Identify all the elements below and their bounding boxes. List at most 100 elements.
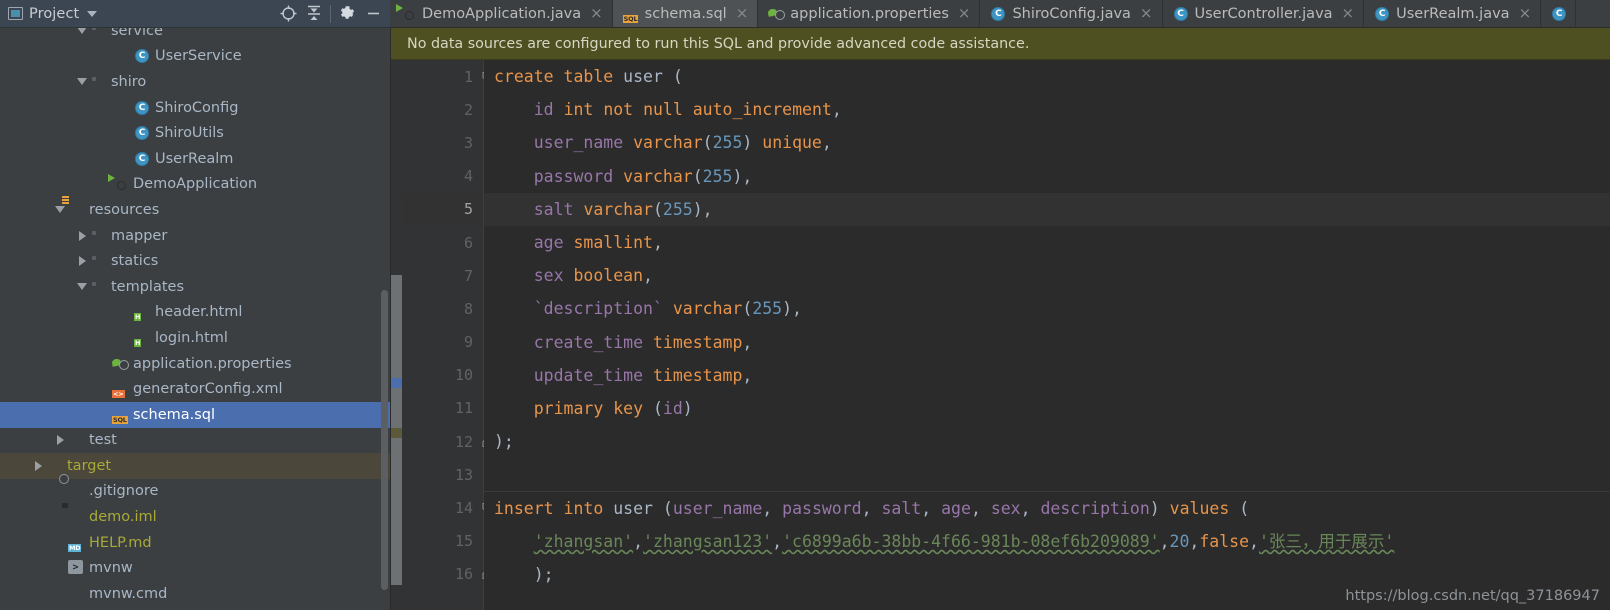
tree-item-label: ShiroConfig bbox=[155, 99, 239, 116]
collapse-all-icon[interactable] bbox=[301, 1, 327, 27]
idea-window: Project DemoApplication.java × SQL schem… bbox=[0, 0, 1610, 610]
tree-item-shiroconfig[interactable]: C ShiroConfig bbox=[0, 95, 390, 121]
code-line[interactable]: ); bbox=[484, 558, 1610, 591]
close-icon[interactable]: × bbox=[1341, 6, 1356, 21]
resources-folder-icon bbox=[68, 202, 84, 218]
code-line[interactable]: `description` varchar(255), bbox=[484, 292, 1610, 325]
chevron-right-icon[interactable] bbox=[74, 230, 90, 241]
editor-viewport[interactable]: 1 2 3 4 5 6 7 8 9 10 11 12 13 14 15 16 create table use… bbox=[391, 60, 1610, 610]
tree-item-shiroutils[interactable]: C ShiroUtils bbox=[0, 120, 390, 146]
chevron-right-icon[interactable] bbox=[30, 460, 46, 471]
chevron-down-icon[interactable] bbox=[74, 283, 90, 291]
code-line[interactable]: ); bbox=[484, 425, 1610, 458]
project-panel-header[interactable]: Project bbox=[4, 6, 98, 22]
plain-folder-icon bbox=[68, 432, 84, 448]
chevron-right-icon[interactable] bbox=[74, 256, 90, 267]
project-tree-panel[interactable]: service C UserService shiro C ShiroConfig C Shi… bbox=[0, 28, 390, 610]
code-line[interactable]: insert into user (user_name, password, s… bbox=[484, 491, 1610, 524]
tree-item-resources[interactable]: resources bbox=[0, 197, 390, 223]
gutter-line-number[interactable]: 15 bbox=[402, 525, 483, 558]
gutter-line-number[interactable]: 12 bbox=[402, 425, 493, 458]
tree-item-help-md[interactable]: MD HELP.md bbox=[0, 530, 390, 556]
gutter-line-number[interactable]: 3 bbox=[402, 126, 483, 159]
gutter-line-number[interactable]: 10 bbox=[402, 359, 483, 392]
code-token: user_name bbox=[533, 133, 624, 153]
tree-item-mvnw[interactable]: > mvnw bbox=[0, 555, 390, 581]
chevron-down-icon[interactable] bbox=[87, 10, 98, 17]
tree-item-target[interactable]: target bbox=[0, 453, 390, 479]
code-line[interactable]: create table user ( bbox=[484, 60, 1610, 93]
gutter-line-number[interactable]: 2 bbox=[402, 93, 483, 126]
tree-item-label: ShiroUtils bbox=[155, 125, 224, 142]
editor-gutter[interactable]: 1 2 3 4 5 6 7 8 9 10 11 12 13 14 15 16 bbox=[402, 60, 493, 610]
tree-item-service[interactable]: service bbox=[0, 28, 390, 44]
tree-item-application-properties[interactable]: application.properties bbox=[0, 351, 390, 377]
gutter-line-number[interactable]: 6 bbox=[402, 226, 483, 259]
tree-item-templates[interactable]: templates bbox=[0, 274, 390, 300]
folder-icon bbox=[90, 74, 106, 90]
tree-item-test[interactable]: test bbox=[0, 428, 390, 454]
editor-tab-application-properties[interactable]: application.properties × bbox=[758, 0, 981, 27]
code-line[interactable]: password varchar(255), bbox=[484, 160, 1610, 193]
chevron-down-icon[interactable] bbox=[74, 78, 90, 86]
gutter-line-number[interactable]: 16 bbox=[402, 558, 493, 591]
tree-item--gitignore[interactable]: .gitignore bbox=[0, 479, 390, 505]
chevron-down-icon[interactable] bbox=[52, 206, 68, 214]
minimize-icon[interactable] bbox=[360, 1, 386, 27]
code-token: , bbox=[821, 133, 832, 153]
tree-item-userrealm[interactable]: C UserRealm bbox=[0, 146, 390, 172]
tree-item-userservice[interactable]: C UserService bbox=[0, 44, 390, 70]
gutter-line-number[interactable]: 5 bbox=[402, 192, 483, 226]
code-line[interactable]: primary key (id) bbox=[484, 392, 1610, 425]
chevron-down-icon[interactable] bbox=[74, 28, 90, 35]
editor-tab-demoapplication[interactable]: DemoApplication.java × bbox=[390, 0, 613, 27]
code-line[interactable]: create_time timestamp, bbox=[484, 326, 1610, 359]
tree-item-mvnw-cmd[interactable]: mvnw.cmd bbox=[0, 581, 390, 607]
gear-icon[interactable] bbox=[334, 1, 360, 27]
tree-item-login-html[interactable]: Hlogin.html bbox=[0, 325, 390, 351]
gutter-line-number[interactable]: 1 bbox=[402, 60, 493, 93]
editor-left-scrollbar[interactable] bbox=[391, 60, 402, 610]
gutter-line-number[interactable]: 13 bbox=[402, 458, 483, 491]
code-token: create_time bbox=[533, 332, 644, 352]
editor-tab-overflow[interactable]: C bbox=[1541, 0, 1577, 27]
close-icon[interactable]: × bbox=[957, 6, 972, 21]
tree-item-schema-sql[interactable]: SQL schema.sql bbox=[0, 401, 390, 428]
gutter-line-number[interactable]: 4 bbox=[402, 160, 483, 193]
gutter-line-number[interactable]: 8 bbox=[402, 292, 483, 325]
code-line[interactable]: id int not null auto_increment, bbox=[484, 93, 1610, 126]
code-line[interactable] bbox=[484, 458, 1610, 491]
close-icon[interactable]: × bbox=[589, 6, 604, 21]
locate-crosshair-icon[interactable] bbox=[275, 1, 301, 27]
tree-item-statics[interactable]: statics bbox=[0, 248, 390, 274]
tree-item-shiro[interactable]: shiro bbox=[0, 69, 390, 95]
tree-item-generatorconfig-xml[interactable]: <> generatorConfig.xml bbox=[0, 376, 390, 402]
code-line[interactable]: 'zhangsan','zhangsan123','c6899a6b-38bb-… bbox=[484, 525, 1610, 558]
tree-item-header-html[interactable]: Hheader.html bbox=[0, 300, 390, 326]
editor-code[interactable]: create table user ( id int not null auto… bbox=[484, 60, 1610, 610]
gutter-line-number[interactable]: 14 bbox=[402, 491, 493, 524]
code-line[interactable]: sex boolean, bbox=[484, 259, 1610, 292]
editor-tab-schema-sql[interactable]: SQL schema.sql × bbox=[612, 0, 759, 27]
sidebar-scrollbar-thumb[interactable] bbox=[381, 290, 388, 590]
close-icon[interactable]: × bbox=[1139, 6, 1154, 21]
tree-item-mapper[interactable]: mapper bbox=[0, 223, 390, 249]
close-icon[interactable]: × bbox=[735, 6, 750, 21]
editor-tab-usercontroller[interactable]: C UserController.java × bbox=[1162, 0, 1365, 27]
tree-item-label: templates bbox=[111, 278, 185, 295]
close-icon[interactable]: × bbox=[1518, 6, 1533, 21]
code-line[interactable]: salt varchar(255), bbox=[484, 192, 1610, 226]
gutter-line-number[interactable]: 11 bbox=[402, 392, 483, 425]
tree-item-demoapplication[interactable]: DemoApplication bbox=[0, 172, 390, 198]
gutter-line-number[interactable]: 9 bbox=[402, 326, 483, 359]
gutter-line-number[interactable]: 7 bbox=[402, 259, 483, 292]
code-line[interactable]: age smallint, bbox=[484, 226, 1610, 259]
code-token: age bbox=[941, 499, 971, 519]
chevron-right-icon[interactable] bbox=[52, 435, 68, 446]
editor-tab-userrealm[interactable]: C UserRealm.java × bbox=[1364, 0, 1542, 27]
code-line[interactable]: update_time timestamp, bbox=[484, 359, 1610, 392]
editor-tab-shiroconfig[interactable]: C ShiroConfig.java × bbox=[980, 0, 1163, 27]
code-line[interactable]: user_name varchar(255) unique, bbox=[484, 126, 1610, 159]
tree-item-demo-iml[interactable]: demo.iml bbox=[0, 504, 390, 530]
